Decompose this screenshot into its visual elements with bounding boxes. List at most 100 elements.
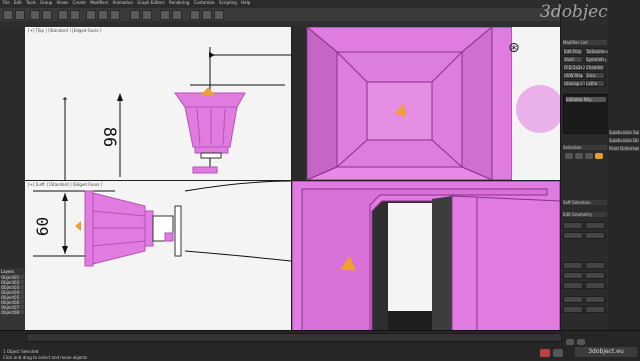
relax-button[interactable]	[585, 296, 605, 303]
slice-button[interactable]: Slice	[585, 72, 605, 79]
menu-views[interactable]: Views	[57, 0, 69, 5]
auto-key-button[interactable]	[540, 349, 550, 357]
perspective-drawing-top: ⊛	[292, 27, 560, 180]
render-icon[interactable]	[214, 10, 224, 20]
section-edit-geometry[interactable]: Edit Geometry	[563, 212, 607, 217]
viewport-label[interactable]: [+] [Left ] [Standard ] [Edged Faces ]	[28, 182, 102, 187]
lathe-button[interactable]: Lathe	[585, 80, 605, 87]
menu-rendering[interactable]: Rendering	[169, 0, 189, 5]
box-left-face[interactable]	[306, 27, 338, 180]
make-planar-button[interactable]	[563, 296, 583, 303]
select-by-name-icon[interactable]	[70, 10, 80, 20]
mirror-icon[interactable]	[160, 10, 170, 20]
border-icon[interactable]	[585, 153, 593, 159]
layer-item[interactable]: Object02	[1, 280, 24, 285]
lamp-shade-top[interactable]	[174, 92, 246, 108]
redo-icon[interactable]	[15, 10, 25, 20]
next-frame-icon[interactable]	[577, 339, 585, 345]
lamp-nut[interactable]	[164, 232, 174, 242]
layer-item[interactable]: Object05	[1, 295, 24, 300]
box-top-face[interactable]	[306, 27, 493, 53]
symmetry-button[interactable]: Symmetry	[585, 56, 607, 63]
render-setup-icon[interactable]	[202, 10, 212, 20]
layer-item[interactable]: Object03	[1, 285, 24, 290]
attach-button[interactable]	[563, 232, 583, 239]
detach-button[interactable]	[585, 232, 605, 239]
brand-logo: 3dobjec	[540, 2, 608, 22]
angle-snap-icon[interactable]	[142, 10, 152, 20]
modifier-list-label[interactable]: Modifier List	[563, 40, 607, 45]
section-selection[interactable]: Selection	[563, 145, 607, 150]
slice-plane-button[interactable]	[563, 262, 583, 269]
unlink-icon[interactable]	[42, 10, 52, 20]
menu-tools[interactable]: Tools	[26, 0, 36, 5]
dimension-label: 60	[33, 216, 53, 237]
layer-item[interactable]: Object06	[1, 300, 24, 305]
vertex-icon[interactable]	[565, 153, 573, 159]
snap-icon[interactable]	[130, 10, 140, 20]
viewport-perspective-top[interactable]: ⊛	[292, 27, 560, 180]
scale-icon[interactable]	[110, 10, 120, 20]
layer-item[interactable]: Object08	[1, 310, 24, 315]
viewport-left[interactable]: [+] [Left ] [Standard ] [Edged Faces ] 6…	[25, 181, 291, 331]
set-key-button[interactable]	[553, 349, 563, 357]
material-editor-icon[interactable]	[190, 10, 200, 20]
menu-customize[interactable]: Customize	[194, 0, 215, 5]
collapse-button[interactable]	[585, 222, 605, 229]
section-soft-selection[interactable]: Soft Selection	[563, 200, 607, 205]
door-panel[interactable]	[451, 195, 560, 331]
menu-modifiers[interactable]: Modifiers	[90, 0, 108, 5]
uvw-map-button[interactable]: UVW Map	[563, 72, 583, 79]
menu-file[interactable]: File	[3, 0, 10, 5]
timeline-slider[interactable]	[26, 333, 562, 342]
hide-selected-button[interactable]	[563, 306, 583, 313]
lamp-base[interactable]	[192, 166, 218, 174]
main-toolbar	[0, 8, 560, 22]
edit-poly-button[interactable]: Edit Poly	[563, 48, 583, 55]
shell-button[interactable]: Shell	[563, 56, 583, 63]
modifier-stack[interactable]: Editable Poly	[563, 94, 609, 134]
align-icon[interactable]	[172, 10, 182, 20]
menu-create[interactable]: Create	[72, 0, 85, 5]
rotate-icon[interactable]	[98, 10, 108, 20]
lamp-socket[interactable]	[194, 146, 229, 154]
tessellate-button[interactable]	[585, 282, 605, 289]
undo-icon[interactable]	[3, 10, 13, 20]
lamp-socket[interactable]	[144, 210, 154, 247]
viewport-perspective-bottom[interactable]	[292, 181, 560, 331]
section-subdivision-surface[interactable]: Subdivision Surface	[609, 130, 639, 135]
reset-plane-button[interactable]	[585, 262, 605, 269]
box-right-face[interactable]	[461, 27, 493, 180]
menu-graph-editors[interactable]: Graph Editors	[137, 0, 164, 5]
play-icon[interactable]	[566, 339, 574, 345]
menu-scripting[interactable]: Scripting	[219, 0, 237, 5]
create-button[interactable]	[563, 222, 583, 229]
section-paint-deformation[interactable]: Paint Deformation	[609, 146, 639, 151]
link-icon[interactable]	[30, 10, 40, 20]
chamfer-button[interactable]: Chamfer	[585, 64, 605, 71]
stack-item[interactable]: Editable Poly	[566, 97, 606, 102]
box-bottom-face[interactable]	[306, 166, 493, 180]
section-subdivision-displacement[interactable]: Subdivision Displacement	[609, 138, 639, 143]
msmooth-button[interactable]	[563, 282, 583, 289]
unhide-all-button[interactable]	[585, 306, 605, 313]
layer-item[interactable]: Object07	[1, 305, 24, 310]
menu-group[interactable]: Group	[40, 0, 52, 5]
menu-help[interactable]: Help	[241, 0, 250, 5]
move-icon[interactable]	[86, 10, 96, 20]
cut-button[interactable]	[585, 272, 605, 279]
layer-item[interactable]: Object01	[1, 275, 24, 280]
layer-item[interactable]: Object04	[1, 290, 24, 295]
viewport-label[interactable]: [+] [Top ] [Standard ] [Edged Faces ]	[28, 28, 101, 33]
select-icon[interactable]	[58, 10, 68, 20]
unwrap-uvw-button[interactable]: Unwrap UVW	[563, 80, 590, 87]
edge-icon[interactable]	[575, 153, 583, 159]
turbosmooth-button[interactable]: Turbosmooth	[585, 48, 612, 55]
menu-animation[interactable]: Animation	[113, 0, 133, 5]
lamp-shade-rim[interactable]	[84, 190, 94, 267]
viewport-top[interactable]: [+] [Top ] [Standard ] [Edged Faces ] 86	[25, 27, 291, 180]
quickslice-button[interactable]	[563, 272, 583, 279]
ffd-button[interactable]: FFD 2x2x2	[563, 64, 585, 71]
menu-edit[interactable]: Edit	[14, 0, 22, 5]
polygon-icon[interactable]	[595, 153, 603, 159]
